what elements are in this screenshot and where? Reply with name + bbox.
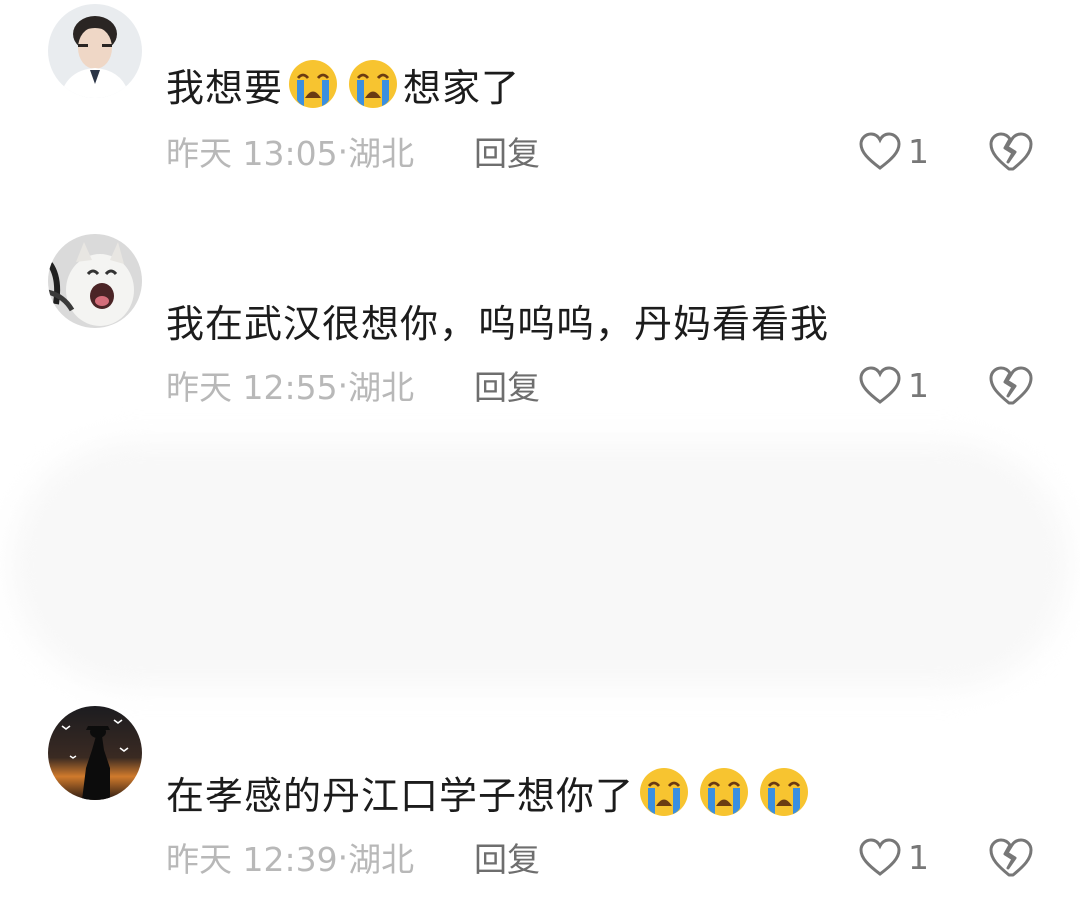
loudly-crying-face-icon	[287, 58, 339, 110]
like-button[interactable]: 1	[858, 834, 929, 880]
like-count: 1	[908, 837, 929, 877]
dislike-button[interactable]	[988, 362, 1034, 408]
reply-button[interactable]: 回复	[474, 834, 540, 880]
meta-separator: ·	[337, 131, 349, 171]
broken-heart-icon	[989, 366, 1033, 405]
comment-meta: 昨天 13:05 · 湖北	[166, 128, 414, 174]
user-avatar[interactable]	[48, 4, 142, 98]
reply-button[interactable]: 回复	[474, 362, 540, 408]
loudly-crying-face-icon	[758, 766, 810, 818]
broken-heart-icon	[989, 838, 1033, 877]
meta-separator: ·	[337, 365, 349, 405]
reply-button[interactable]: 回复	[474, 128, 540, 174]
loudly-crying-face-icon	[347, 58, 399, 110]
dislike-button[interactable]	[988, 834, 1034, 880]
heart-outline-icon	[859, 366, 901, 404]
comment-text: 我想要 想家了	[166, 54, 520, 114]
comment-text: 我在武汉很想你，呜呜呜，丹妈看看我	[166, 290, 829, 350]
comment-location: 湖北	[348, 368, 415, 407]
comment-text-main: 我想要	[166, 65, 284, 110]
comment-list: 我想要 想家了 昨天 13:05 · 湖北 回复 1 我在武汉很想你，呜呜呜，丹…	[0, 0, 1080, 908]
user-avatar[interactable]	[48, 706, 142, 800]
comment-time: 昨天 13:05	[166, 134, 338, 173]
comment-meta: 昨天 12:39 · 湖北	[166, 834, 414, 880]
blurred-region	[10, 440, 1070, 690]
user-avatar[interactable]	[48, 234, 142, 328]
dislike-button[interactable]	[988, 128, 1034, 174]
like-button[interactable]: 1	[858, 128, 929, 174]
comment-text-main: 在孝感的丹江口学子想你了	[166, 773, 635, 818]
like-count: 1	[908, 365, 929, 405]
comment-text-main: 我在武汉很想你，呜呜呜，丹妈看看我	[166, 301, 830, 346]
comment-location: 湖北	[348, 840, 415, 879]
loudly-crying-face-icon	[698, 766, 750, 818]
comment-time: 昨天 12:55	[166, 368, 338, 407]
comment-meta: 昨天 12:55 · 湖北	[166, 362, 414, 408]
comment-text: 在孝感的丹江口学子想你了	[166, 762, 814, 822]
like-button[interactable]: 1	[858, 362, 929, 408]
like-count: 1	[908, 131, 929, 171]
meta-separator: ·	[337, 837, 349, 877]
broken-heart-icon	[989, 132, 1033, 171]
comment-time: 昨天 12:39	[166, 840, 338, 879]
comment-location: 湖北	[348, 134, 415, 173]
heart-outline-icon	[859, 838, 901, 876]
comment-text-tail: 想家了	[403, 65, 521, 110]
heart-outline-icon	[859, 132, 901, 170]
loudly-crying-face-icon	[638, 766, 690, 818]
